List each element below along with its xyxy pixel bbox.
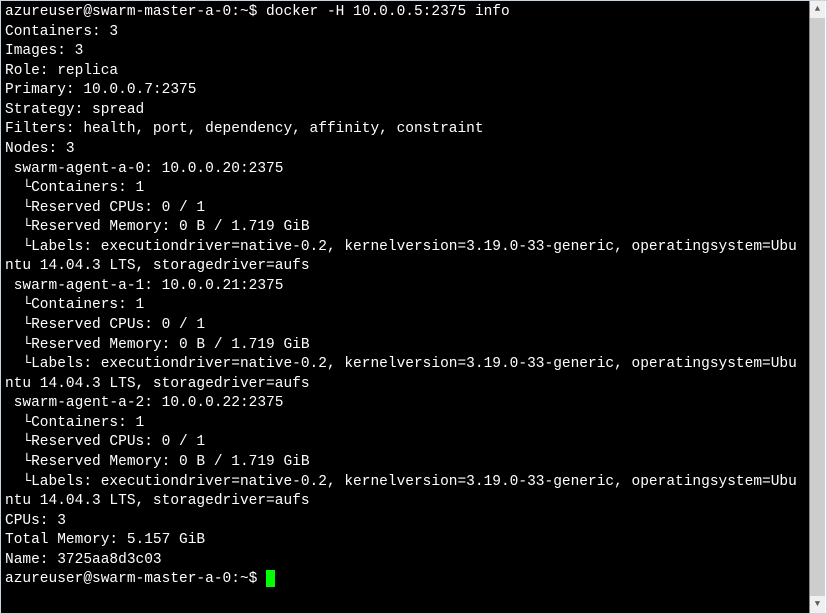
scroll-up-icon[interactable]: ▲ xyxy=(810,1,825,18)
node-cpus-1: Reserved CPUs: 0 / 1 xyxy=(5,316,805,336)
node-mem-2: Reserved Memory: 0 B / 1.719 GiB xyxy=(5,453,805,473)
node-labels-1: Labels: executiondriver=native-0.2, kern… xyxy=(5,355,805,394)
out-role: Role: replica xyxy=(5,62,805,82)
out-primary: Primary: 10.0.0.7:2375 xyxy=(5,81,805,101)
scroll-thumb[interactable] xyxy=(810,18,825,596)
out-strategy: Strategy: spread xyxy=(5,101,805,121)
out-images: Images: 3 xyxy=(5,42,805,62)
node-containers-0: Containers: 1 xyxy=(5,179,805,199)
out-cpus: CPUs: 3 xyxy=(5,512,805,532)
vertical-scrollbar[interactable]: ▲ ▼ xyxy=(809,1,826,613)
scroll-down-icon[interactable]: ▼ xyxy=(810,596,825,613)
node-cpus-2: Reserved CPUs: 0 / 1 xyxy=(5,433,805,453)
node-containers-2: Containers: 1 xyxy=(5,414,805,434)
prompt-line: azureuser@swarm-master-a-0:~$ xyxy=(5,570,805,590)
out-nodes-hdr: Nodes: 3 xyxy=(5,140,805,160)
out-containers: Containers: 3 xyxy=(5,23,805,43)
out-name: Name: 3725aa8d3c03 xyxy=(5,551,805,571)
node-name-2: swarm-agent-a-2: 10.0.0.22:2375 xyxy=(5,394,805,414)
terminal-content[interactable]: azureuser@swarm-master-a-0:~$ docker -H … xyxy=(1,1,809,613)
node-cpus-0: Reserved CPUs: 0 / 1 xyxy=(5,199,805,219)
node-mem-1: Reserved Memory: 0 B / 1.719 GiB xyxy=(5,336,805,356)
terminal-window: azureuser@swarm-master-a-0:~$ docker -H … xyxy=(0,0,827,614)
cursor-block xyxy=(266,570,275,587)
shell-prompt-2: azureuser@swarm-master-a-0:~$ xyxy=(5,571,266,587)
command-line: azureuser@swarm-master-a-0:~$ docker -H … xyxy=(5,3,805,23)
out-total-memory: Total Memory: 5.157 GiB xyxy=(5,531,805,551)
out-filters: Filters: health, port, dependency, affin… xyxy=(5,120,805,140)
node-mem-0: Reserved Memory: 0 B / 1.719 GiB xyxy=(5,218,805,238)
node-name-1: swarm-agent-a-1: 10.0.0.21:2375 xyxy=(5,277,805,297)
node-labels-2: Labels: executiondriver=native-0.2, kern… xyxy=(5,473,805,512)
command-text: docker -H 10.0.0.5:2375 info xyxy=(266,4,510,20)
node-name-0: swarm-agent-a-0: 10.0.0.20:2375 xyxy=(5,160,805,180)
node-containers-1: Containers: 1 xyxy=(5,296,805,316)
shell-prompt: azureuser@swarm-master-a-0:~$ xyxy=(5,4,257,20)
node-labels-0: Labels: executiondriver=native-0.2, kern… xyxy=(5,238,805,277)
